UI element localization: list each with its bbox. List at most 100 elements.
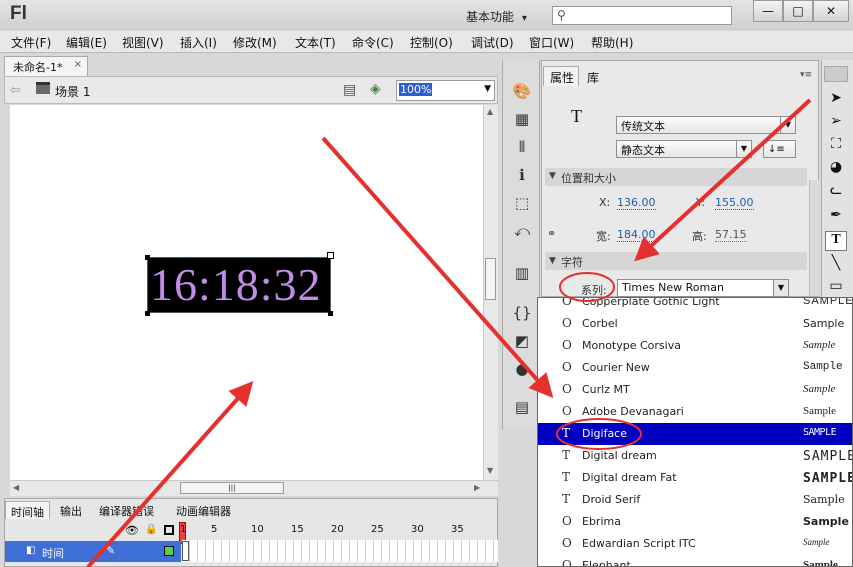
font-family-dropdown[interactable]: O Copperplate Gothic Light SAMPLE O Corbel S… <box>537 297 853 567</box>
font-option-selected[interactable]: T Digiface SAMPLE <box>538 423 852 445</box>
font-option[interactable]: O Elephant Sample <box>538 555 852 566</box>
menu-debug[interactable]: 调试(D) <box>471 34 514 51</box>
edit-symbols-icon[interactable]: ◈ <box>370 81 381 97</box>
tab-output[interactable]: 输出 <box>55 501 87 519</box>
text-type-select[interactable]: 静态文本 ▼ <box>616 140 752 158</box>
text-orientation-select[interactable]: ↓≡ <box>763 140 796 158</box>
font-option[interactable]: O Curlz MT Sample <box>538 379 852 401</box>
frame-grid[interactable] <box>182 540 498 562</box>
free-transform-icon[interactable]: ⛶ <box>825 136 847 156</box>
x-value[interactable]: 136.00 <box>617 196 656 210</box>
menu-view[interactable]: 视图(V) <box>122 34 164 51</box>
library-icon[interactable]: ▥ <box>512 264 532 284</box>
lock-icon[interactable]: 🔒 <box>145 524 157 535</box>
tab-properties[interactable]: 属性 <box>543 66 579 86</box>
code-icon[interactable]: {} <box>512 304 532 324</box>
character-section[interactable]: 字符 <box>545 252 807 270</box>
collapse-arrow-icon[interactable]: ▼ <box>549 171 556 181</box>
vertical-scroll-thumb[interactable] <box>485 258 496 300</box>
font-option[interactable]: O Ebrima Sample <box>538 511 852 533</box>
horizontal-scroll-thumb[interactable]: ||| <box>180 482 284 494</box>
font-family-input[interactable]: Times New Roman ▼ <box>617 279 789 297</box>
components-icon[interactable]: ◩ <box>512 332 532 352</box>
restore-button[interactable]: □ <box>783 0 813 22</box>
chevron-down-icon[interactable]: ▼ <box>773 280 788 296</box>
tab-motion-editor[interactable]: 动画编辑器 <box>171 501 236 519</box>
selection-handle[interactable] <box>145 255 150 260</box>
pencil-icon[interactable]: ✎ <box>106 544 115 557</box>
eye-icon[interactable]: 👁 <box>125 524 139 537</box>
back-arrow-icon[interactable]: ⇦ <box>10 83 21 98</box>
menu-help[interactable]: 帮助(H) <box>591 34 633 51</box>
selection-tool-icon[interactable]: ➤ <box>825 90 847 110</box>
menu-window[interactable]: 窗口(W) <box>529 34 574 51</box>
swatches-grid-icon[interactable]: ▦ <box>512 110 532 130</box>
font-option[interactable]: O Edwardian Script ITC Sample <box>538 533 852 555</box>
close-button[interactable]: ✕ <box>813 0 849 22</box>
tab-timeline[interactable]: 时间轴 <box>5 501 50 519</box>
scene-clapper-icon <box>36 82 50 94</box>
menu-control[interactable]: 控制(O) <box>410 34 453 51</box>
line-tool-icon[interactable]: ╲ <box>825 255 847 275</box>
close-tab-icon[interactable]: × <box>74 59 82 70</box>
keyframe[interactable] <box>182 541 189 561</box>
layer-name[interactable]: 时间 <box>42 545 64 561</box>
tab-library[interactable]: 库 <box>587 69 599 86</box>
selection-handle[interactable] <box>328 311 333 316</box>
tab-compiler-errors[interactable]: 编译器错误 <box>94 501 159 519</box>
history-icon[interactable]: ⤺ <box>512 222 532 242</box>
scroll-up-icon[interactable]: ▲ <box>487 107 493 116</box>
position-size-section[interactable]: 位置和大小 <box>545 168 807 186</box>
font-option[interactable]: O Monotype Corsiva Sample <box>538 335 852 357</box>
scroll-down-icon[interactable]: ▼ <box>487 466 493 475</box>
collapse-arrow-icon[interactable]: ▼ <box>549 256 556 266</box>
height-label: 高: <box>692 230 707 243</box>
document-tab[interactable]: 未命名-1* × <box>4 56 88 76</box>
text-resize-handle[interactable] <box>327 252 334 259</box>
rectangle-tool-icon[interactable]: ▭ <box>825 278 847 298</box>
y-value[interactable]: 155.00 <box>715 196 754 210</box>
align-icon[interactable]: ⫴ <box>512 138 532 158</box>
selection-handle[interactable] <box>145 311 150 316</box>
menu-edit[interactable]: 编辑(E) <box>66 34 107 51</box>
text-tool-icon[interactable]: T <box>825 231 847 251</box>
properties-scrollbar[interactable] <box>809 180 819 296</box>
text-engine-select[interactable]: 传统文本 ▼ <box>616 116 796 134</box>
menu-text[interactable]: 文本(T) <box>295 34 336 51</box>
outline-icon[interactable] <box>164 525 174 535</box>
subselection-tool-icon[interactable]: ➢ <box>825 113 847 133</box>
clock-text[interactable]: 16:18:32 <box>150 258 322 312</box>
font-option[interactable]: T Droid Serif Sample <box>538 489 852 511</box>
font-option[interactable]: O Adobe Devanagari Sample <box>538 401 852 423</box>
minimize-button[interactable]: — <box>753 0 783 22</box>
width-value[interactable]: 184.00 <box>617 228 656 242</box>
workspace-label: 基本功能 <box>466 10 515 24</box>
zoom-select[interactable]: 100% ▼ <box>396 80 495 101</box>
menu-commands[interactable]: 命令(C) <box>352 34 394 51</box>
layer-color-icon[interactable] <box>164 546 174 556</box>
menu-insert[interactable]: 插入(I) <box>180 34 217 51</box>
menu-file[interactable]: 文件(F) <box>11 34 51 51</box>
menu-modify[interactable]: 修改(M) <box>233 34 277 51</box>
transform-icon[interactable]: ⬚ <box>512 194 532 214</box>
font-option[interactable]: T Digital dream SAMPLE <box>538 445 852 467</box>
3d-rotation-icon[interactable]: ◕ <box>825 159 847 179</box>
color-palette-icon[interactable]: 🎨 <box>512 82 532 102</box>
font-option[interactable]: O Copperplate Gothic Light SAMPLE <box>538 298 852 313</box>
font-option[interactable]: T Digital dream Fat SAMPLE <box>538 467 852 489</box>
motion-icon[interactable]: ● <box>512 360 532 380</box>
panel-menu-icon[interactable]: ▾≡ <box>800 70 812 80</box>
movie-explorer-icon[interactable]: ▤ <box>512 398 532 418</box>
lasso-tool-icon[interactable]: ᓚ <box>825 182 847 202</box>
search-input[interactable]: ⚲ <box>552 6 732 25</box>
font-option[interactable]: O Corbel Sample <box>538 313 852 335</box>
link-dimensions-icon[interactable]: ⚭ <box>547 227 556 240</box>
scroll-left-icon[interactable]: ◀ <box>13 483 19 492</box>
info-icon[interactable]: ℹ <box>512 166 532 186</box>
font-option[interactable]: O Courier New Sample <box>538 357 852 379</box>
height-value[interactable]: 57.15 <box>715 228 747 242</box>
pen-tool-icon[interactable]: ✒ <box>825 207 847 227</box>
workspace-switcher[interactable]: 基本功能 ▾ <box>466 8 527 25</box>
scroll-right-icon[interactable]: ▶ <box>474 483 480 492</box>
edit-scene-icon[interactable]: ▤ <box>343 82 356 98</box>
